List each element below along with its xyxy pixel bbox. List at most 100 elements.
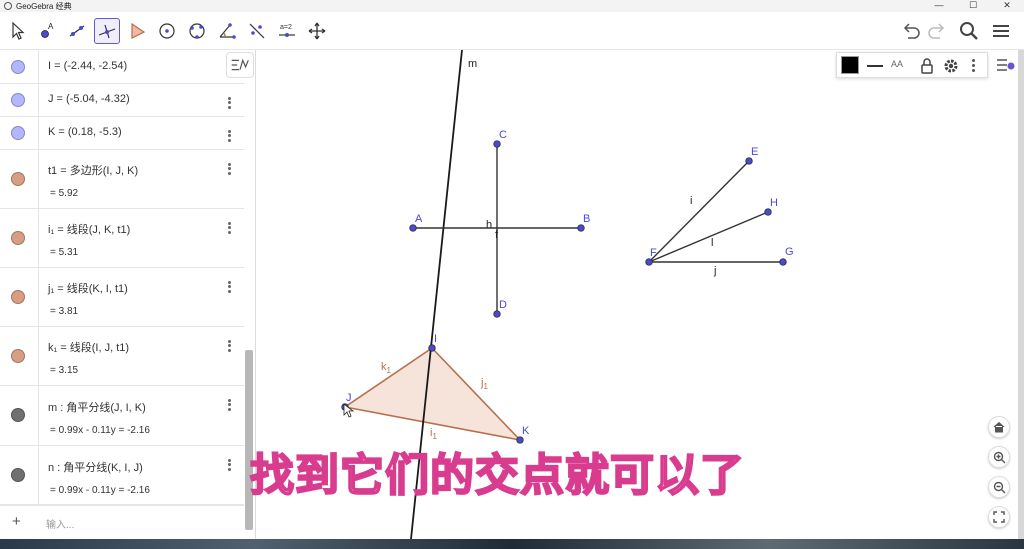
line-style-button[interactable] [867,65,883,67]
color-swatch-button[interactable] [841,56,859,74]
point-B[interactable] [577,224,585,232]
algebra-row-polygon-t1[interactable]: t1 = 多边形(I, J, K) = 5.92 [0,150,244,209]
algebra-row-line-n[interactable]: n : 角平分线(K, I, J) = 0.99x - 0.11y = -2.1… [0,446,244,505]
algebra-definition[interactable]: K = (0.18, -5.3) [48,126,122,138]
search-icon[interactable] [958,20,980,42]
perpendicular-line-tool-button[interactable] [94,18,120,44]
algebra-definition[interactable]: m : 角平分线(J, I, K) [48,399,146,415]
algebra-input-bar[interactable]: + 输入... [0,505,244,539]
label-m: m [468,58,477,70]
algebra-row-segment-i1[interactable]: i₁ = 线段(J, K, t1) = 5.31 [0,209,244,268]
circle-three-points-tool-button[interactable] [184,18,210,44]
visibility-toggle-dot[interactable] [11,93,25,107]
move-tool-button[interactable] [4,18,30,44]
add-icon[interactable]: + [12,513,21,530]
visibility-toggle-dot[interactable] [11,126,25,140]
minimize-button[interactable]: — [922,0,956,12]
redo-icon[interactable] [926,20,948,42]
row-menu-button[interactable] [228,128,232,143]
visibility-toggle-dot[interactable] [11,408,25,422]
label-A: A [415,213,423,225]
graphics-view-menu-icon[interactable] [996,56,1016,74]
circle-center-point-icon [159,23,175,39]
point-G[interactable] [779,258,787,266]
visibility-toggle-dot[interactable] [11,60,25,74]
label-J: J [346,392,352,404]
visibility-toggle-dot[interactable] [11,349,25,363]
row-menu-button[interactable] [228,220,232,235]
segment-i[interactable] [648,160,750,263]
move-graphics-view-tool-button[interactable] [304,18,330,44]
label-C: C [499,129,507,141]
algebra-definition[interactable]: I = (-2.44, -2.54) [48,60,127,72]
algebra-definition[interactable]: n : 角平分线(K, I, J) [48,459,143,475]
home-button[interactable] [988,416,1010,438]
algebra-value: = 0.99x - 0.11y = -2.16 [50,485,150,496]
point-tool-button[interactable]: A [34,18,60,44]
point-K[interactable] [516,436,524,444]
geogebra-window: GeoGebra 经典 — ☐ ✕ A a=2 I = (-2.44, -2.5… [0,0,1024,549]
label-j1: j1 [480,377,488,391]
visibility-toggle-dot[interactable] [11,290,25,304]
label-i: i [690,195,692,207]
visibility-toggle-dot[interactable] [11,231,25,245]
polygon-t1[interactable] [342,346,523,442]
point-C[interactable] [493,140,501,148]
zoom-in-icon [993,451,1005,463]
style-bar-more-button[interactable] [972,57,976,74]
angle-tool-button[interactable] [214,18,240,44]
algebra-row-point-I[interactable]: I = (-2.44, -2.54) [0,50,244,84]
gear-icon[interactable] [942,57,960,75]
visibility-toggle-dot[interactable] [11,468,25,482]
point-F[interactable] [645,258,653,266]
row-menu-button[interactable] [228,397,232,412]
polygon-tool-button[interactable] [124,18,150,44]
zoom-in-button[interactable] [988,446,1010,468]
visibility-toggle-dot[interactable] [11,172,25,186]
zoom-out-icon [993,481,1005,493]
geogebra-logo-icon [4,2,12,10]
main-menu-icon[interactable] [990,20,1012,42]
text-size-button[interactable]: AA [891,59,903,69]
point-A[interactable] [409,224,417,232]
row-menu-button[interactable] [228,95,232,110]
point-D[interactable] [493,310,501,318]
algebra-row-segment-k1[interactable]: k₁ = 线段(I, J, t1) = 3.15 [0,327,244,386]
label-H: H [770,197,778,209]
toolbar: A a=2 [0,12,1024,50]
algebra-definition[interactable]: j₁ = 线段(K, I, t1) [48,280,128,296]
row-menu-button[interactable] [228,338,232,353]
algebra-row-point-J[interactable]: J = (-5.04, -4.32) [0,84,244,117]
reflect-tool-button[interactable] [244,18,270,44]
fullscreen-button[interactable] [988,506,1010,528]
point-I[interactable] [428,344,436,352]
maximize-button[interactable]: ☐ [956,0,990,12]
circle-tool-button[interactable] [154,18,180,44]
algebra-definition[interactable]: k₁ = 线段(I, J, t1) [48,339,129,355]
algebra-input[interactable]: 输入... [46,516,74,531]
point-E[interactable] [745,157,753,165]
algebra-definition[interactable]: t1 = 多边形(I, J, K) [48,162,138,178]
label-k1: k1 [381,361,392,375]
fullscreen-icon [993,511,1005,523]
zoom-out-button[interactable] [988,476,1010,498]
point-H[interactable] [764,208,772,216]
algebra-row-point-K[interactable]: K = (0.18, -5.3) [0,117,244,150]
algebra-row-line-m[interactable]: m : 角平分线(J, I, K) = 0.99x - 0.11y = -2.1… [0,386,244,446]
label-G: G [785,246,794,258]
row-menu-button[interactable] [228,161,232,176]
lock-icon[interactable] [919,57,935,75]
home-icon [993,421,1005,433]
undo-icon[interactable] [900,20,922,42]
segment-l[interactable] [648,211,769,263]
algebra-definition[interactable]: J = (-5.04, -4.32) [48,93,130,105]
graphics-scrollbar[interactable] [1018,50,1024,539]
slider-tool-button[interactable]: a=2 [274,18,300,44]
window-controls: — ☐ ✕ [922,0,1024,12]
algebra-row-segment-j1[interactable]: j₁ = 线段(K, I, t1) = 3.81 [0,268,244,327]
row-menu-button[interactable] [228,457,232,472]
close-button[interactable]: ✕ [990,0,1024,12]
row-menu-button[interactable] [228,279,232,294]
line-tool-button[interactable] [64,18,90,44]
algebra-definition[interactable]: i₁ = 线段(J, K, t1) [48,221,130,237]
